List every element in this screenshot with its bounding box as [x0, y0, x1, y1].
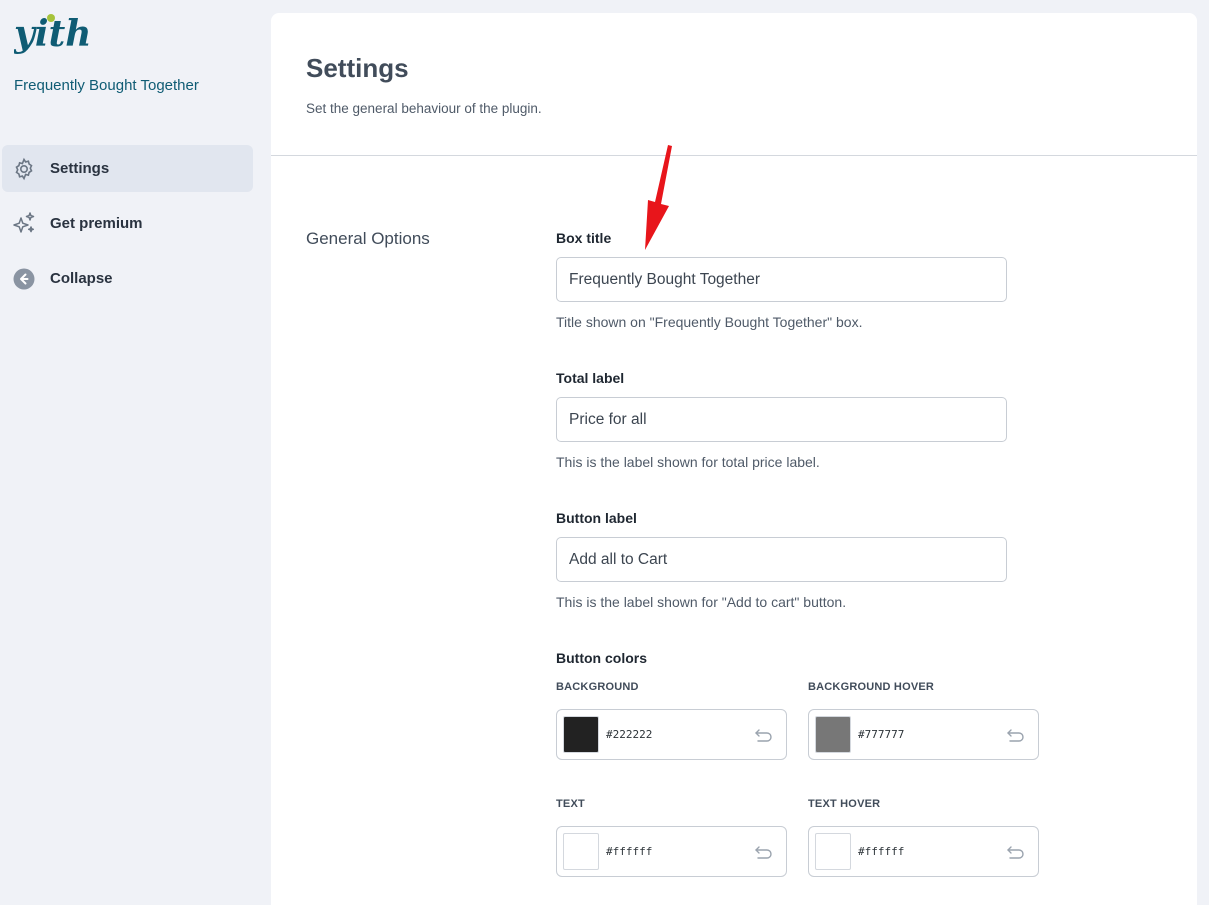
color-hex-value[interactable]: #ffffff	[858, 845, 1006, 858]
background-hover-color-picker[interactable]: #777777	[808, 709, 1039, 760]
box-title-input[interactable]	[556, 257, 1007, 302]
color-hex-value[interactable]: #ffffff	[606, 845, 754, 858]
settings-panel: Settings Set the general behaviour of th…	[271, 13, 1197, 905]
text-color-picker[interactable]: #ffffff	[556, 826, 787, 877]
section-title: General Options	[306, 229, 430, 248]
background-color-picker[interactable]: #222222	[556, 709, 787, 760]
undo-icon[interactable]	[1006, 727, 1026, 743]
text-hover-color-caption: TEXT HOVER	[808, 798, 881, 810]
sidebar: yith Frequently Bought Together Settings…	[0, 0, 262, 905]
sidebar-item-collapse[interactable]: Collapse	[2, 255, 253, 302]
sparkles-icon	[11, 211, 37, 237]
undo-icon[interactable]	[754, 844, 774, 860]
arrow-left-circle-icon	[11, 266, 37, 292]
color-hex-value[interactable]: #777777	[858, 728, 1006, 741]
sidebar-item-get-premium[interactable]: Get premium	[2, 200, 253, 247]
color-swatch[interactable]	[815, 833, 851, 870]
total-label-input[interactable]	[556, 397, 1007, 442]
color-hex-value[interactable]: #222222	[606, 728, 754, 741]
undo-icon[interactable]	[1006, 844, 1026, 860]
color-swatch[interactable]	[815, 716, 851, 753]
box-title-description: Title shown on "Frequently Bought Togeth…	[556, 314, 863, 330]
total-label-description: This is the label shown for total price …	[556, 454, 820, 470]
button-label-description: This is the label shown for "Add to cart…	[556, 594, 847, 610]
page-title: Settings	[306, 53, 409, 83]
gear-icon	[11, 156, 37, 182]
color-swatch[interactable]	[563, 716, 599, 753]
sidebar-item-label: Get premium	[50, 215, 143, 232]
text-hover-color-picker[interactable]: #ffffff	[808, 826, 1039, 877]
page-subtitle: Set the general behaviour of the plugin.	[306, 101, 542, 116]
button-label-label: Button label	[556, 510, 637, 526]
yith-logo[interactable]: yith	[14, 12, 96, 64]
background-hover-color-caption: BACKGROUND HOVER	[808, 681, 935, 693]
total-label-label: Total label	[556, 370, 625, 386]
plugin-name: Frequently Bought Together	[14, 77, 199, 94]
annotation-arrow-icon	[645, 145, 672, 250]
button-colors-label: Button colors	[556, 650, 647, 666]
background-color-caption: BACKGROUND	[556, 681, 639, 693]
sidebar-item-label: Collapse	[50, 270, 113, 287]
undo-icon[interactable]	[754, 727, 774, 743]
button-label-input[interactable]	[556, 537, 1007, 582]
text-color-caption: TEXT	[556, 798, 585, 810]
header-divider	[271, 155, 1197, 156]
color-swatch[interactable]	[563, 833, 599, 870]
sidebar-item-label: Settings	[50, 160, 110, 177]
box-title-label: Box title	[556, 230, 612, 246]
sidebar-item-settings[interactable]: Settings	[2, 145, 253, 192]
